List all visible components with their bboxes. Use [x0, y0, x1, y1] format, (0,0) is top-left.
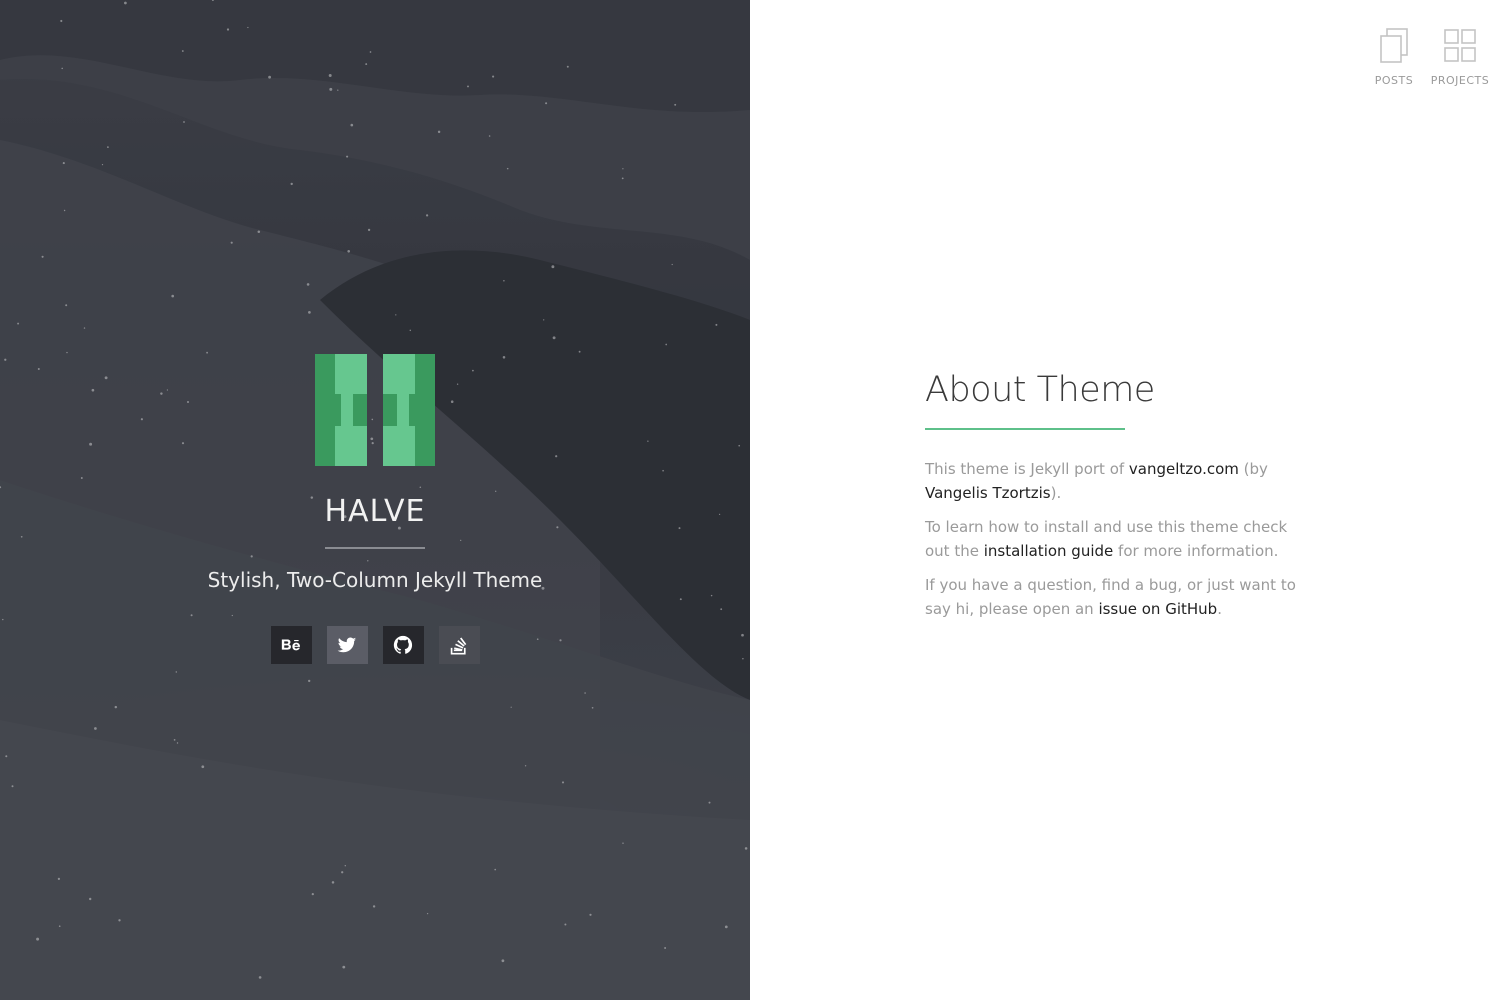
- github-icon: [393, 635, 413, 654]
- behance-icon: [281, 639, 300, 651]
- page-title: About Theme: [925, 370, 1155, 410]
- site-tagline: Stylish, Two-Column Jekyll Theme: [207, 568, 543, 592]
- installation-guide-link[interactable]: installation guide: [984, 542, 1114, 560]
- site-title: HALVE: [324, 494, 426, 529]
- title-divider: [325, 547, 425, 549]
- stackoverflow-icon: [450, 637, 467, 655]
- twitter-button[interactable]: [326, 626, 368, 664]
- stackoverflow-button[interactable]: [438, 626, 480, 664]
- behance-button[interactable]: [270, 626, 312, 664]
- github-issue-link[interactable]: issue on GitHub: [1098, 600, 1217, 618]
- twitter-icon: [337, 637, 357, 653]
- hero-section: HALVE Stylish, Two-Column Jekyll Theme: [0, 0, 750, 1000]
- posts-icon: [1380, 28, 1408, 63]
- nav-projects-label: PROJECTS: [1430, 74, 1490, 87]
- article-body: This theme is Jekyll port of vangeltzo.c…: [925, 457, 1310, 621]
- nav-posts-label: POSTS: [1374, 74, 1414, 87]
- github-button[interactable]: [382, 626, 424, 664]
- paragraph-install: To learn how to install and use this the…: [925, 515, 1310, 563]
- p2-text-b: for more information.: [1113, 542, 1279, 560]
- p3-text-b: .: [1217, 600, 1222, 618]
- top-navigation: POSTS PROJECTS: [1368, 28, 1489, 87]
- title-underline: [925, 428, 1125, 430]
- hero-content: HALVE Stylish, Two-Column Jekyll Theme: [0, 354, 750, 664]
- content-panel: POSTS PROJECTS About Theme This theme is…: [750, 0, 1500, 1000]
- nav-posts[interactable]: POSTS: [1368, 28, 1420, 87]
- paragraph-contact: If you have a question, find a bug, or j…: [925, 573, 1310, 621]
- projects-grid-icon: [1444, 29, 1476, 62]
- p1-text-a: This theme is Jekyll port of: [925, 460, 1129, 478]
- p1-text-c: ).: [1050, 484, 1062, 502]
- halve-logo[interactable]: [315, 354, 435, 466]
- vangeltzo-link[interactable]: vangeltzo.com: [1129, 460, 1239, 478]
- p1-text-b: (by: [1238, 460, 1268, 478]
- paragraph-credits: This theme is Jekyll port of vangeltzo.c…: [925, 457, 1310, 505]
- about-article: About Theme This theme is Jekyll port of…: [925, 370, 1310, 631]
- nav-projects[interactable]: PROJECTS: [1431, 28, 1489, 87]
- vangelis-tzortzis-link[interactable]: Vangelis Tzortzis: [925, 484, 1051, 502]
- social-links: [270, 626, 480, 664]
